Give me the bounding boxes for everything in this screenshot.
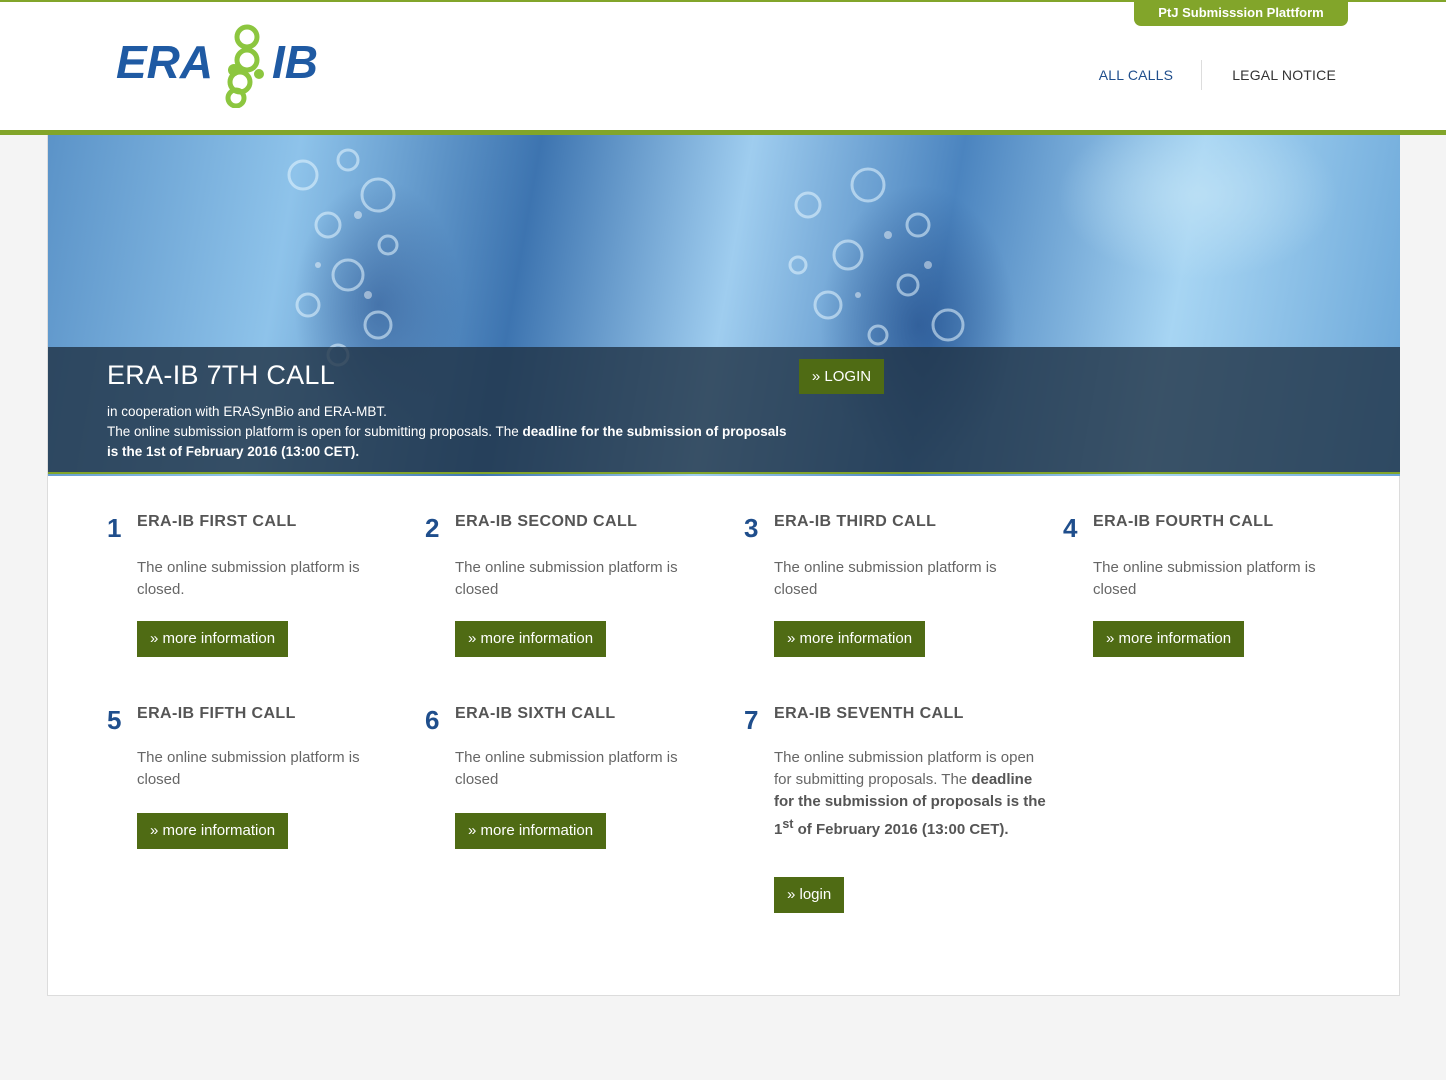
hero-deadline-intro: The online submission platform is open f… — [107, 424, 523, 439]
call-description: The online submission platform is closed — [774, 559, 997, 598]
more-information-button[interactable]: » more information — [1093, 621, 1245, 657]
logo-text-ib: IB — [272, 36, 318, 88]
call-title: ERA-IB SEVENTH CALL — [774, 705, 964, 722]
call-description: The online submission platform is closed… — [137, 559, 360, 598]
hero-cooperation-text: in cooperation with ERASynBio and ERA-MB… — [107, 404, 387, 419]
call-title: ERA-IB SECOND CALL — [455, 513, 638, 530]
call-number: 7 — [744, 705, 759, 735]
hero-banner: ERA-IB 7TH CALL in cooperation with ERAS… — [48, 135, 1400, 476]
call-description: The online submission platform is closed — [455, 749, 678, 788]
call-title: ERA-IB FOURTH CALL — [1093, 513, 1274, 530]
hero-overlay: ERA-IB 7TH CALL in cooperation with ERAS… — [48, 347, 1400, 474]
more-information-button[interactable]: » more information — [137, 621, 289, 657]
hero-login-button[interactable]: » LOGIN — [799, 359, 884, 394]
call-number: 2 — [425, 513, 440, 543]
call-title: ERA-IB THIRD CALL — [774, 513, 937, 530]
call-title: ERA-IB FIRST CALL — [137, 513, 297, 530]
hero-description: in cooperation with ERASynBio and ERA-MB… — [107, 402, 787, 462]
call-title: ERA-IB SIXTH CALL — [455, 705, 616, 722]
hero-title: ERA-IB 7TH CALL — [107, 360, 336, 390]
call-deadline-sup: st — [782, 817, 794, 831]
call-description: The online submission platform is open f… — [774, 747, 1054, 841]
platform-tab[interactable]: PtJ Submisssion Plattform — [1134, 2, 1348, 26]
era-ib-logo[interactable]: ERA IB — [116, 22, 326, 108]
login-button[interactable]: » login — [774, 877, 845, 913]
call-number: 4 — [1063, 513, 1078, 543]
call-description: The online submission platform is closed — [137, 749, 360, 788]
nav-legal-notice[interactable]: LEGAL NOTICE — [1202, 67, 1336, 83]
top-header: PtJ Submisssion Plattform ERA IB ALL CAL… — [0, 0, 1446, 135]
more-information-button[interactable]: » more information — [455, 621, 607, 657]
more-information-button[interactable]: » more information — [774, 621, 926, 657]
nav-all-calls[interactable]: ALL CALLS — [1099, 67, 1201, 83]
more-information-button[interactable]: » more information — [455, 813, 607, 849]
call-number: 6 — [425, 705, 440, 735]
more-information-button[interactable]: » more information — [137, 813, 289, 849]
call-deadline-bold-end: of February 2016 (13:00 CET). — [793, 821, 1009, 838]
call-description: The online submission platform is closed — [1093, 559, 1316, 598]
call-number: 5 — [107, 705, 122, 735]
call-number: 1 — [107, 513, 122, 543]
call-number: 3 — [744, 513, 759, 543]
call-description: The online submission platform is closed — [455, 559, 678, 598]
hero-deadline-text: The online submission platform is open f… — [107, 422, 787, 462]
call-title: ERA-IB FIFTH CALL — [137, 705, 296, 722]
logo-text-era: ERA — [116, 36, 213, 88]
main-nav: ALL CALLS LEGAL NOTICE — [1099, 60, 1336, 90]
main-content: ERA-IB 7TH CALL in cooperation with ERAS… — [47, 135, 1400, 996]
